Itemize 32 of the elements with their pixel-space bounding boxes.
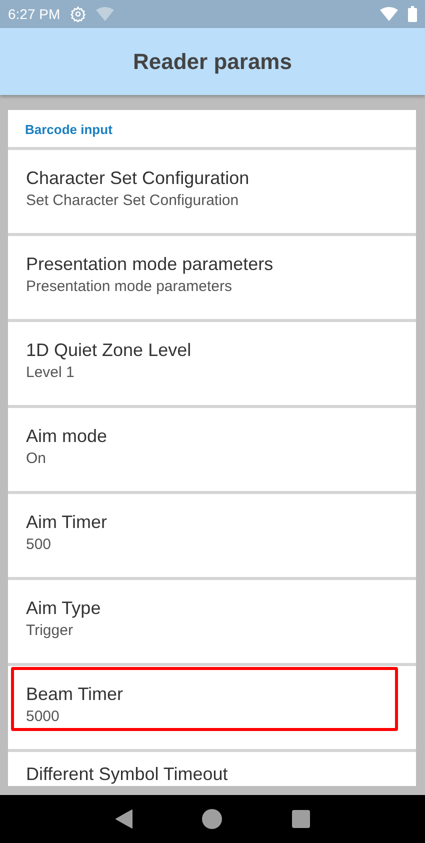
setting-summary: Set Character Set Configuration xyxy=(26,192,240,209)
setting-title: 1D Quiet Zone Level xyxy=(26,339,192,361)
setting-title: Aim Timer xyxy=(26,511,108,533)
setting-row[interactable]: Beam Timer 5000 xyxy=(8,663,416,749)
battery-icon xyxy=(408,6,417,22)
setting-title: Aim mode xyxy=(26,425,108,447)
setting-row[interactable]: Aim mode On xyxy=(8,405,416,491)
setting-row[interactable]: Different Symbol Timeout xyxy=(8,749,416,785)
setting-row[interactable]: Character Set Configuration Set Character Set Configuration xyxy=(8,147,416,233)
setting-summary: Presentation mode parameters xyxy=(26,278,233,295)
setting-title: Character Set Configuration xyxy=(26,167,250,189)
screen-title: Reader params xyxy=(133,48,292,74)
setting-row[interactable]: 1D Quiet Zone Level Level 1 xyxy=(8,319,416,405)
section-title: Barcode input xyxy=(24,121,114,139)
recents-icon[interactable] xyxy=(292,810,310,828)
setting-summary: 5000 xyxy=(26,708,60,725)
setting-row[interactable]: Aim Timer 500 xyxy=(8,491,416,577)
setting-title: Presentation mode parameters xyxy=(26,253,274,275)
back-icon[interactable] xyxy=(114,809,133,829)
gear-icon xyxy=(70,6,86,22)
status-time: 6:27 PM xyxy=(8,6,60,22)
setting-summary: Level 1 xyxy=(26,364,76,381)
setting-title: Beam Timer xyxy=(26,683,124,705)
setting-summary: 500 xyxy=(26,536,52,553)
setting-title: Different Symbol Timeout xyxy=(26,763,229,785)
setting-summary: On xyxy=(26,450,48,467)
setting-summary: Trigger xyxy=(26,622,74,639)
setting-title: Aim Type xyxy=(26,597,102,619)
home-icon[interactable] xyxy=(202,809,222,829)
wifi-icon xyxy=(380,7,398,21)
setting-row[interactable]: Aim Type Trigger xyxy=(8,577,416,663)
setting-row[interactable]: Presentation mode parameters Presentation mode parameters xyxy=(8,233,416,319)
